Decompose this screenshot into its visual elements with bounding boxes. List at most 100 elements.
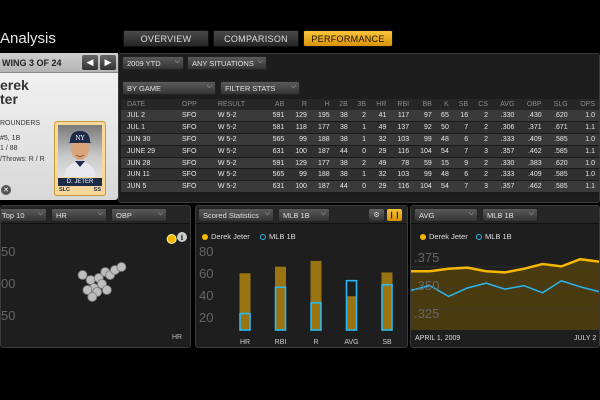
table-cell: .671	[545, 121, 572, 135]
comparison-group-select[interactable]: MLB 1B ⌵	[278, 208, 330, 222]
column-header[interactable]: K	[435, 99, 453, 110]
table-cell: 49	[369, 121, 391, 135]
column-header[interactable]: 2B	[333, 99, 352, 110]
legend-mlb: MLB 1B	[476, 232, 512, 241]
player-panel: WING 3 OF 24 ◀ ▶ erek ter ROUNDERS #5, 1…	[0, 53, 118, 200]
table-row[interactable]: JUL 2 SFO W 5-2 591 129 195 38 2 41 117 97 65 16 2.33…	[121, 110, 599, 123]
table-cell: SFO	[176, 121, 212, 135]
column-header[interactable]: AB	[265, 99, 289, 110]
filter-stats-select[interactable]: FILTER STATS ⌵	[220, 81, 300, 95]
table-cell: 99	[413, 133, 436, 146]
season-select[interactable]: 2009 YTD ⌵	[122, 56, 184, 70]
table-cell: 99	[288, 133, 311, 146]
column-header[interactable]: RESULT	[211, 99, 266, 110]
table-cell: 1.1	[571, 121, 599, 135]
situation-select-value: ANY SITUATIONS	[192, 58, 254, 68]
player-bats-throws: /Throws: R / R	[0, 155, 45, 163]
y-stat-value: OBP	[116, 210, 132, 220]
table-cell: .620	[545, 157, 572, 170]
table-row[interactable]: JUL 1 SFO W 5-2 581 118 177 38 1 49 137 92 50 7 2.306…	[121, 121, 599, 135]
table-cell: .357	[492, 180, 519, 194]
line-group-select[interactable]: MLB 1B ⌵	[482, 208, 538, 222]
table-cell: 195	[310, 110, 334, 123]
table-row[interactable]: JUN 5 SFO W 5-2 631 100 187 44 0 29 116 104 54 7 3.35…	[121, 180, 599, 194]
table-cell: 15	[435, 157, 453, 170]
table-row[interactable]: JUN 30 SFO W 5-2 565 99 188 38 1 32 103 99 48 6 2.333…	[121, 133, 599, 146]
legend-jeter: Derek Jeter	[202, 232, 250, 241]
table-cell: 16	[452, 110, 473, 123]
legend-label: Derek Jeter	[429, 232, 468, 241]
column-header[interactable]: CS	[472, 99, 492, 110]
legend-dot	[202, 233, 208, 240]
bar-jeter	[239, 273, 251, 330]
table-cell: W 5-2	[211, 145, 266, 158]
scatter-panel: Top 10 ⌵ HR ⌵ OBP ⌵ i 50 00 50 HR	[0, 205, 191, 348]
table-cell: .330	[492, 110, 519, 123]
table-cell: 1.1	[571, 145, 599, 158]
table-cell: 188	[310, 133, 334, 146]
column-header[interactable]: OPS	[571, 99, 599, 110]
legend-mlb: MLB 1B	[260, 232, 296, 241]
table-cell: 54	[435, 145, 453, 158]
table-cell: 99	[288, 168, 311, 182]
grouping-select[interactable]: BY GAME ⌵	[122, 81, 216, 95]
table-cell: 7	[452, 121, 473, 135]
next-player-button[interactable]: ▶	[100, 55, 116, 70]
column-header[interactable]: DATE	[121, 99, 176, 110]
table-cell: 2	[351, 157, 370, 170]
top-n-select[interactable]: Top 10 ⌵	[1, 208, 47, 222]
table-row[interactable]: JUNE 29 SFO W 5-2 631 100 187 44 0 29 116 104 54 7 3.…	[121, 145, 599, 158]
column-header[interactable]: 3B	[351, 99, 370, 110]
table-cell: 177	[310, 157, 334, 170]
column-header[interactable]: R	[288, 99, 311, 110]
settings-button[interactable]: ⚙	[369, 209, 384, 221]
y-tick: .350	[414, 278, 440, 293]
table-cell: .620	[545, 110, 572, 123]
stats-panel: 2009 YTD ⌵ ANY SITUATIONS ⌵ BY GAME ⌵ FILTE…	[118, 53, 600, 203]
column-header[interactable]: OBP	[518, 99, 546, 110]
column-header[interactable]: SB	[452, 99, 473, 110]
table-cell: 41	[369, 110, 391, 123]
table-row[interactable]: JUN 11 SFO W 5-2 565 99 188 38 1 32 103 99 48 6 2.333…	[121, 168, 599, 182]
column-header[interactable]: H	[310, 99, 334, 110]
card-team: SLC	[59, 187, 70, 193]
column-header[interactable]: SLG	[545, 99, 572, 110]
line-stat-select[interactable]: AVG ⌵	[414, 208, 478, 222]
x-stat-select[interactable]: HR ⌵	[51, 208, 107, 222]
column-header[interactable]: BB	[413, 99, 436, 110]
table-cell: 3	[472, 180, 492, 194]
table-cell: 1	[351, 133, 370, 146]
table-cell: SFO	[176, 180, 212, 194]
stat-group-select[interactable]: Scored Statistics ⌵	[198, 208, 274, 222]
bar-view-button[interactable]: ❙❙	[387, 209, 402, 221]
table-cell: .333	[492, 168, 519, 182]
column-header[interactable]: RBI	[390, 99, 414, 110]
line-stat-value: AVG	[419, 210, 435, 220]
tab-performance[interactable]: PERFORMANCE	[303, 30, 393, 47]
table-cell: 187	[310, 145, 334, 158]
tab-overview[interactable]: OVERVIEW	[123, 30, 209, 47]
player-card: NY D. JETER SLC SS	[54, 121, 106, 196]
table-cell: 38	[333, 133, 352, 146]
table-cell: W 5-2	[211, 121, 266, 135]
column-header[interactable]: HR	[369, 99, 391, 110]
y-tick: 00	[1, 276, 16, 291]
y-stat-select[interactable]: OBP ⌵	[111, 208, 167, 222]
chevron-down-icon: ⌵	[290, 83, 296, 90]
tab-comparison[interactable]: COMPARISON	[213, 30, 299, 47]
scatter-chart	[77, 234, 177, 302]
chevron-down-icon: ⌵	[97, 210, 103, 217]
prev-player-button[interactable]: ◀	[82, 55, 98, 70]
situation-select[interactable]: ANY SITUATIONS ⌵	[187, 56, 267, 70]
table-cell: W 5-2	[211, 110, 266, 123]
close-icon[interactable]: ✕	[1, 185, 11, 195]
column-header[interactable]: OPP	[176, 99, 212, 110]
table-row[interactable]: JUN 28 SFO W 5-2 591 129 177 38 2 49 78 59 15 9 2.330…	[121, 157, 599, 170]
table-cell: 100	[288, 145, 311, 158]
table-cell: 38	[333, 168, 352, 182]
table-cell: 137	[390, 121, 414, 135]
column-header[interactable]: AVG	[492, 99, 519, 110]
table-cell: JUN 11	[121, 168, 176, 182]
table-cell: 591	[265, 110, 289, 123]
player-number: #5, 1B	[0, 134, 21, 142]
